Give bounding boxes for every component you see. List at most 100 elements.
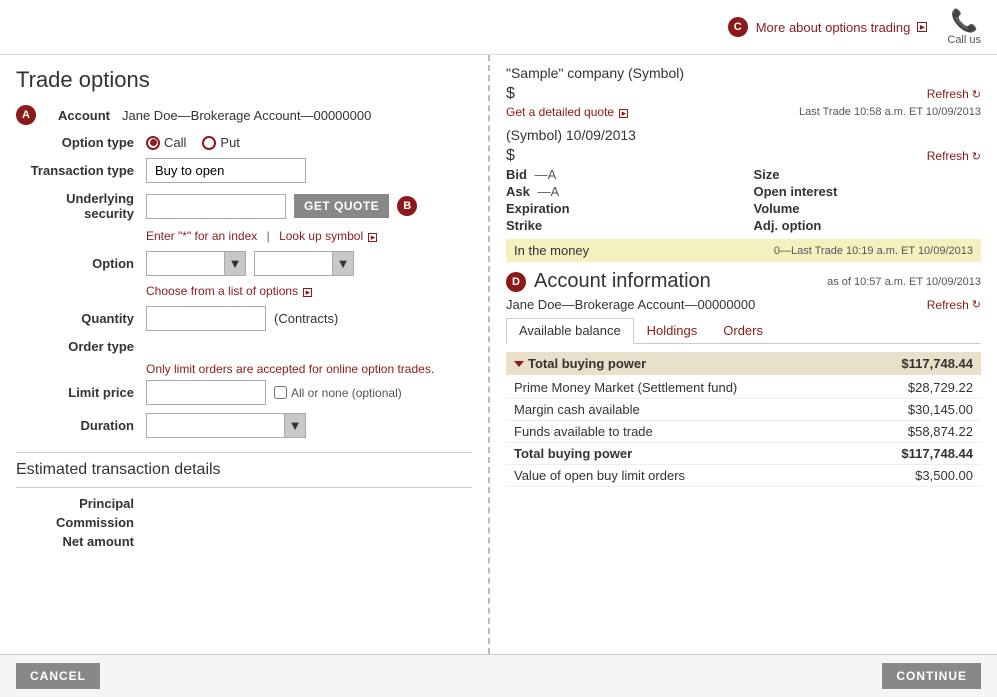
phone-icon: 📞 — [950, 8, 977, 34]
bid-value: —A — [535, 167, 557, 182]
underlying-security-row: Underlying security GET QUOTE B — [16, 191, 472, 221]
company-name: "Sample" company (Symbol) — [506, 65, 981, 81]
symbol-date: (Symbol) 10/09/2013 — [506, 127, 981, 143]
lookup-label: Look up symbol — [279, 229, 363, 243]
refresh-icon-2: ↻ — [972, 150, 981, 163]
balance-label-3: Total buying power — [514, 446, 632, 461]
contracts-label: (Contracts) — [274, 311, 338, 326]
get-quote-button[interactable]: GET QUOTE — [294, 194, 389, 218]
refresh-label-3: Refresh — [927, 298, 969, 312]
quantity-row: Quantity (Contracts) — [16, 306, 472, 331]
balance-label-2: Funds available to trade — [514, 424, 653, 439]
balance-item-0: Prime Money Market (Settlement fund) $28… — [506, 377, 981, 399]
option-type-row: Option type Call Put — [16, 135, 472, 150]
account-name: Jane Doe—Brokerage Account—00000000 — [506, 297, 755, 312]
all-or-none-checkbox[interactable] — [274, 386, 287, 399]
page-container: C More about options trading ▸ 📞 Call us… — [0, 0, 997, 697]
account-row: A Account Jane Doe—Brokerage Account—000… — [16, 105, 472, 125]
a-badge: A — [16, 105, 36, 125]
estimated-section: Estimated transaction details Principal … — [16, 452, 472, 549]
option-select2[interactable] — [254, 251, 354, 276]
triangle-icon — [514, 361, 524, 367]
choose-options-link[interactable]: Choose from a list of options ▸ — [146, 284, 472, 298]
tab-holdings-label: Holdings — [647, 323, 698, 338]
transaction-select[interactable]: Buy to open Sell to open Buy to close Se… — [146, 158, 306, 183]
call-us: 📞 Call us — [947, 8, 981, 46]
account-info-header: D Account information as of 10:57 a.m. E… — [506, 270, 981, 293]
principal-row: Principal — [16, 496, 472, 511]
d-badge: D — [506, 272, 526, 292]
price-dollar-2: $ — [506, 147, 515, 165]
option-select1[interactable] — [146, 251, 246, 276]
choose-options-icon: ▸ — [303, 288, 312, 297]
put-radio[interactable]: Put — [202, 135, 240, 150]
underlying-label: Underlying security — [16, 191, 146, 221]
refresh-link-3[interactable]: Refresh ↻ — [927, 298, 981, 312]
main-content: Trade options A Account Jane Doe—Brokera… — [0, 55, 997, 654]
expiration-label: Expiration — [506, 201, 570, 216]
option-type-group: Call Put — [146, 135, 240, 150]
limit-price-input-group: All or none (optional) — [146, 380, 402, 405]
limit-price-input[interactable] — [146, 380, 266, 405]
lookup-symbol-link[interactable]: Look up symbol ▸ — [279, 229, 377, 243]
balance-value-3: $117,748.44 — [901, 446, 973, 461]
account-info-section: D Account information as of 10:57 a.m. E… — [506, 270, 981, 487]
tab-available-balance[interactable]: Available balance — [506, 318, 634, 344]
expiration-row: Expiration — [506, 201, 734, 216]
ask-value: —A — [537, 184, 559, 199]
account-info-title: Account information — [534, 270, 711, 293]
total-buying-power-value: $117,748.44 — [901, 356, 973, 371]
balance-value-4: $3,500.00 — [915, 468, 973, 483]
transaction-label: Transaction type — [16, 163, 146, 178]
limit-price-row: Limit price All or none (optional) — [16, 380, 472, 405]
more-about-label: More about options trading — [756, 20, 911, 35]
balance-item-1: Margin cash available $30,145.00 — [506, 399, 981, 421]
option-label: Option — [16, 256, 146, 271]
continue-button[interactable]: CONTINUE — [882, 663, 981, 689]
option-row: Option ▼ ▼ — [16, 251, 472, 276]
all-or-none-label[interactable]: All or none (optional) — [274, 386, 402, 400]
total-buying-power-label: Total buying power — [528, 356, 646, 371]
helper-links: Enter "*" for an index | Look up symbol … — [146, 229, 472, 243]
all-or-none-text: All or none (optional) — [291, 386, 402, 400]
limit-price-label: Limit price — [16, 385, 146, 400]
ask-label: Ask — [506, 184, 530, 199]
quantity-input[interactable] — [146, 306, 266, 331]
size-row: Size — [754, 167, 982, 182]
duration-select[interactable]: Day Good till canceled — [146, 413, 306, 438]
choose-options-text: Choose from a list of options — [146, 284, 298, 298]
order-type-label: Order type — [16, 339, 146, 354]
enter-hint-link[interactable]: Enter "*" for an index — [146, 229, 261, 243]
company-quote-section: "Sample" company (Symbol) $ Refresh ↻ Ge… — [506, 65, 981, 119]
more-about-link[interactable]: C More about options trading ▸ — [728, 17, 928, 37]
duration-select-wrapper: Day Good till canceled ▼ — [146, 413, 306, 438]
tab-orders[interactable]: Orders — [710, 318, 776, 343]
balance-label-4: Value of open buy limit orders — [514, 468, 685, 483]
ask-row: Ask —A — [506, 184, 734, 199]
option-select1-wrapper: ▼ — [146, 251, 246, 276]
get-detailed-quote-link[interactable]: Get a detailed quote ▸ — [506, 105, 628, 119]
pipe-divider: | — [267, 229, 270, 243]
principal-label: Principal — [16, 496, 146, 511]
price-dollar-1: $ — [506, 85, 515, 103]
bid-label: Bid — [506, 167, 527, 182]
left-panel: Trade options A Account Jane Doe—Brokera… — [0, 55, 490, 654]
cancel-button[interactable]: CANCEL — [16, 663, 100, 689]
ext-link-icon: ▸ — [917, 22, 927, 32]
underlying-input-group: GET QUOTE B — [146, 194, 417, 219]
bid-row: Bid —A — [506, 167, 734, 182]
get-detailed-quote-icon: ▸ — [619, 109, 628, 118]
in-the-money-row: In the money 0—Last Trade 10:19 a.m. ET … — [506, 239, 981, 262]
call-radio[interactable]: Call — [146, 135, 186, 150]
tab-holdings[interactable]: Holdings — [634, 318, 711, 343]
underlying-input[interactable] — [146, 194, 286, 219]
balance-header-row: Total buying power $117,748.44 — [506, 352, 981, 375]
refresh-label-1: Refresh — [927, 87, 969, 101]
circle-c-icon: C — [728, 17, 748, 37]
estimated-title: Estimated transaction details — [16, 461, 472, 479]
refresh-link-1[interactable]: Refresh ↻ — [927, 87, 981, 101]
refresh-link-2[interactable]: Refresh ↻ — [927, 149, 981, 163]
balance-value-0: $28,729.22 — [908, 380, 973, 395]
order-type-row: Order type — [16, 339, 472, 354]
duration-row: Duration Day Good till canceled ▼ — [16, 413, 472, 438]
